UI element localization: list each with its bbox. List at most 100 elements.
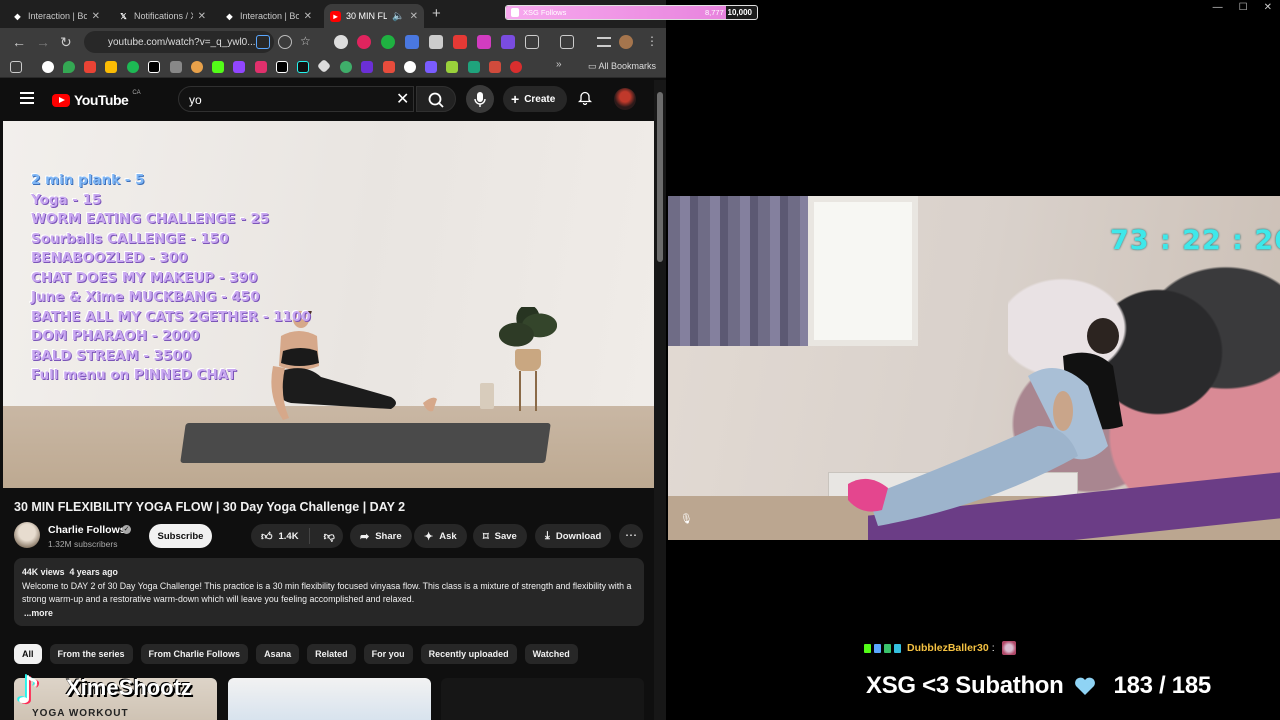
extension-icon[interactable]: [453, 35, 467, 49]
like-button[interactable]: 👍︎ 1.4K: [251, 528, 310, 544]
bookmark-icon[interactable]: [468, 61, 480, 73]
x-icon[interactable]: [148, 61, 160, 73]
close-icon[interactable]: ✕: [92, 11, 100, 22]
subscribe-button[interactable]: Subscribe: [149, 524, 212, 548]
save-button[interactable]: ⌑ Save: [473, 524, 527, 548]
search-icon: [428, 92, 444, 108]
maximize-icon[interactable]: ☐: [1239, 2, 1248, 13]
search-input[interactable]: yo: [178, 86, 414, 112]
address-bar[interactable]: youtube.com/watch?v=_q_ywl0...: [84, 31, 274, 53]
more-actions-button[interactable]: ⋯: [619, 524, 643, 548]
star-icon[interactable]: ☆: [300, 34, 311, 48]
back-button[interactable]: ←: [12, 34, 26, 50]
chip-from-charlie-follows[interactable]: From Charlie Follows: [140, 644, 249, 664]
bookmark-icon[interactable]: [170, 61, 182, 73]
tab-notifications[interactable]: 𝕏 Notifications / X ✕: [112, 4, 212, 28]
create-button[interactable]: + Create: [503, 86, 568, 112]
all-bookmarks[interactable]: ▭ All Bookmarks: [588, 61, 656, 72]
spotify-icon[interactable]: [127, 61, 139, 73]
tab-interaction-1[interactable]: ◆ Interaction | Bot ✕: [6, 4, 106, 28]
related-filter-chips: All From the series From Charlie Follows…: [14, 644, 578, 664]
share-button[interactable]: ➦ Share: [350, 524, 412, 548]
notifications-bell-icon[interactable]: [578, 91, 592, 105]
related-video-thumbnail[interactable]: [228, 678, 431, 720]
menu-icon[interactable]: ⋮: [646, 34, 658, 48]
chip-asana[interactable]: Asana: [256, 644, 300, 664]
bookmark-icon[interactable]: [489, 61, 501, 73]
search-button[interactable]: [416, 86, 456, 112]
bookmark-icon[interactable]: [361, 61, 373, 73]
video-player[interactable]: 2 min plank - 5 Yoga - 15 WORM EATING CH…: [3, 121, 654, 488]
bookmark-icon[interactable]: [340, 61, 352, 73]
clear-search-icon[interactable]: ✕: [396, 89, 409, 109]
maps-icon[interactable]: [63, 61, 75, 73]
chevron-right-icon[interactable]: »: [556, 59, 568, 71]
bookmark-icon[interactable]: [446, 61, 458, 73]
puzzle-icon[interactable]: [525, 35, 539, 49]
bookmark-icon[interactable]: [425, 61, 437, 73]
media-icon[interactable]: [597, 37, 611, 47]
eye-off-icon[interactable]: [278, 35, 292, 49]
tab-youtube-active[interactable]: ▸ 30 MIN FLEXI 🔈 ✕: [324, 4, 424, 28]
bookmark-icon[interactable]: [316, 58, 332, 74]
chip-recently-uploaded[interactable]: Recently uploaded: [420, 644, 517, 664]
google-icon[interactable]: [42, 61, 54, 73]
voice-search-button[interactable]: [466, 85, 494, 113]
channel-avatar[interactable]: [14, 522, 40, 548]
chip-watched[interactable]: Watched: [524, 644, 578, 664]
close-icon[interactable]: ✕: [198, 11, 206, 22]
twitch-icon[interactable]: [233, 61, 245, 73]
youtube-logo-text: YouTube: [74, 92, 129, 108]
extension-icon[interactable]: [357, 35, 371, 49]
chip-related[interactable]: Related: [307, 644, 356, 664]
tab-interaction-2[interactable]: ◆ Interaction | Bot ✕: [218, 4, 318, 28]
profile-avatar[interactable]: [619, 35, 633, 49]
speaker-icon[interactable]: 🔈: [392, 11, 404, 22]
grammarly-icon[interactable]: [381, 35, 395, 49]
translate-icon[interactable]: [405, 35, 419, 49]
video-description[interactable]: 44K views 4 years ago Welcome to DAY 2 o…: [14, 558, 644, 626]
ask-button[interactable]: ✦ Ask: [414, 524, 467, 548]
cast-icon[interactable]: [256, 35, 270, 49]
extension-icon[interactable]: [477, 35, 491, 49]
subathon-count: 183 / 185: [1113, 672, 1212, 699]
kick-icon[interactable]: [212, 61, 224, 73]
new-tab-button[interactable]: +: [432, 5, 441, 22]
x-icon[interactable]: [276, 61, 288, 73]
drive-icon[interactable]: [105, 61, 117, 73]
extension-icon[interactable]: [429, 35, 443, 49]
chip-from-the-series[interactable]: From the series: [49, 644, 133, 664]
search-value: yo: [189, 93, 202, 107]
gmail-icon[interactable]: [84, 61, 96, 73]
reload-button[interactable]: ↻: [60, 34, 72, 51]
bookmark-icon[interactable]: [510, 61, 522, 73]
bookmark-icon[interactable]: [383, 61, 395, 73]
apps-icon[interactable]: [10, 61, 22, 73]
show-more-link[interactable]: ...more: [22, 607, 636, 621]
page-scrollbar[interactable]: [654, 80, 666, 720]
extension-icon[interactable]: [501, 35, 515, 49]
hamburger-icon[interactable]: [20, 92, 34, 104]
channel-name[interactable]: Charlie Follows: [48, 524, 126, 536]
close-icon[interactable]: ✕: [1264, 2, 1272, 13]
close-icon[interactable]: ✕: [410, 11, 418, 22]
forward-button[interactable]: →: [36, 34, 50, 50]
youtube-logo[interactable]: YouTube CA: [52, 90, 141, 108]
bookmark-icon[interactable]: [191, 61, 203, 73]
account-avatar[interactable]: [614, 88, 636, 110]
bookmark-icon[interactable]: [404, 61, 416, 73]
chip-for-you[interactable]: For you: [363, 644, 413, 664]
dislike-button[interactable]: 👎︎: [316, 530, 343, 543]
scrollbar-thumb[interactable]: [657, 92, 663, 262]
menu-line: June & Xime MUCKBANG - 450: [31, 289, 260, 305]
tiktok-icon[interactable]: [297, 61, 309, 73]
minimize-icon[interactable]: —: [1213, 2, 1223, 13]
close-icon[interactable]: ✕: [304, 11, 312, 22]
extension-icon[interactable]: [334, 35, 348, 49]
download-button[interactable]: ⤓ Download: [535, 524, 612, 548]
related-video-thumbnail[interactable]: [441, 678, 644, 720]
chip-all[interactable]: All: [14, 644, 42, 664]
tab-title: Interaction | Bot: [240, 11, 299, 21]
screenshot-icon[interactable]: [560, 35, 574, 49]
instagram-icon[interactable]: [255, 61, 267, 73]
